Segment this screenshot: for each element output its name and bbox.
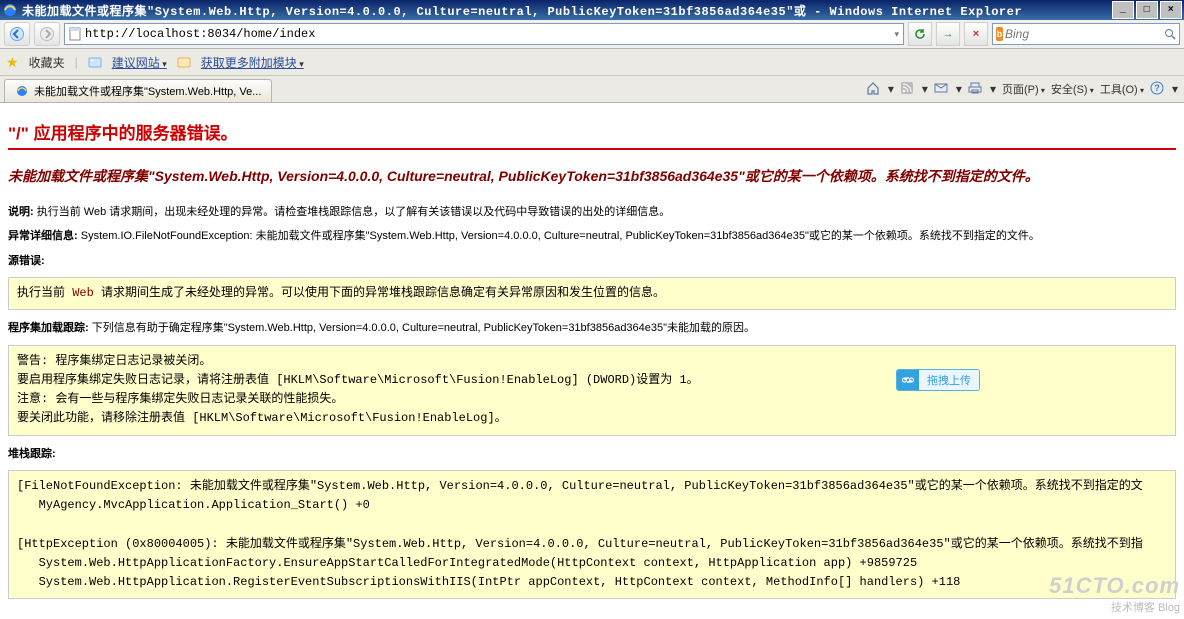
favorites-bar: ★ 收藏夹 | 建议网站 获取更多附加模块 [0,49,1184,76]
stack-trace-label: 堆栈跟踪: [8,448,56,460]
exception-line: 异常详细信息: System.IO.FileNotFoundException:… [8,228,1176,245]
go-button[interactable]: → [936,22,960,46]
address-bar[interactable]: ▾ [64,23,904,45]
src-pre: 执行当前 [17,286,72,300]
browser-tab[interactable]: 未能加载文件或程序集"System.Web.Http, Ve... [4,79,272,102]
description-label: 说明: [8,206,34,218]
assembly-load-line: 程序集加载跟踪: 下列信息有助于确定程序集"System.Web.Http, V… [8,320,1176,337]
error-page: "/" 应用程序中的服务器错误。 未能加载文件或程序集"System.Web.H… [0,103,1184,617]
exception-text: System.IO.FileNotFoundException: 未能加载文件或… [81,230,1040,242]
home-icon[interactable] [866,81,882,97]
back-button[interactable] [4,22,30,46]
source-error-label: 源错误: [8,255,45,267]
forward-button[interactable] [34,22,60,46]
stack-trace-box: [FileNotFoundException: 未能加载文件或程序集"Syste… [8,470,1176,599]
description-text: 执行当前 Web 请求期间，出现未经处理的异常。请检查堆栈跟踪信息，以了解有关该… [37,206,671,218]
tab-title: 未能加载文件或程序集"System.Web.Http, Ve... [34,83,261,99]
url-input[interactable] [83,26,892,42]
ie-logo-icon [2,2,18,18]
drag-upload-label: 拖拽上传 [919,370,979,390]
favorites-star-icon[interactable]: ★ [6,54,19,71]
maximize-button[interactable]: □ [1136,1,1158,19]
source-error-box: 执行当前 Web 请求期间生成了未经处理的异常。可以使用下面的异常堆栈跟踪信息确… [8,277,1176,310]
exception-label: 异常详细信息: [8,230,78,242]
window-title: 未能加载文件或程序集"System.Web.Http, Version=4.0.… [22,2,1110,19]
page-menu[interactable]: 页面(P) [1002,81,1045,97]
close-button[interactable]: × [1160,1,1182,19]
assembly-load-box: 警告: 程序集绑定日志记录被关闭。 要启用程序集绑定失败日志记录，请将注册表值 … [8,345,1176,436]
src-post: 请求期间生成了未经处理的异常。可以使用下面的异常堆栈跟踪信息确定有关异常原因和发… [94,286,665,300]
link-icon [897,370,919,390]
ie-page-icon [15,84,29,98]
mail-icon[interactable] [934,81,950,97]
help-icon[interactable]: ? [1150,81,1166,97]
assembly-load-text: 下列信息有助于确定程序集"System.Web.Http, Version=4.… [92,322,755,334]
window-titlebar: 未能加载文件或程序集"System.Web.Http, Version=4.0.… [0,0,1184,20]
tab-strip: 未能加载文件或程序集"System.Web.Http, Ve... ▾ ▾ ▾ … [0,76,1184,103]
suggested-sites-icon [88,55,102,69]
favorites-label[interactable]: 收藏夹 [29,54,65,71]
error-subheading: 未能加载文件或程序集"System.Web.Http, Version=4.0.… [8,166,1176,188]
refresh-button[interactable] [908,22,932,46]
stop-button[interactable]: × [964,22,988,46]
bing-icon: b [996,27,1003,41]
drag-upload-button[interactable]: 拖拽上传 [896,369,980,391]
src-web: Web [72,286,94,300]
safety-menu[interactable]: 安全(S) [1051,81,1094,97]
get-addons-link[interactable]: 获取更多附加模块 [201,54,304,71]
nav-toolbar: ▾ → × b [0,20,1184,49]
dropdown-icon[interactable]: ▾ [892,29,901,40]
svg-text:?: ? [1154,83,1160,93]
search-input[interactable] [1003,26,1164,42]
search-icon[interactable] [1164,28,1176,40]
minimize-button[interactable]: _ [1112,1,1134,19]
suggested-sites-link[interactable]: 建议网站 [112,54,167,71]
assembly-load-label: 程序集加载跟踪: [8,322,89,334]
print-icon[interactable] [968,81,984,97]
divider [8,148,1176,150]
description-line: 说明: 执行当前 Web 请求期间，出现未经处理的异常。请检查堆栈跟踪信息，以了… [8,204,1176,221]
addons-icon [177,55,191,69]
error-heading: "/" 应用程序中的服务器错误。 [8,119,1176,144]
source-error-label-line: 源错误: [8,253,1176,270]
command-bar: ▾ ▾ ▾ ▾ 页面(P) 安全(S) 工具(O) ?▾ [866,76,1184,102]
feeds-icon[interactable] [900,81,916,97]
tools-menu[interactable]: 工具(O) [1100,81,1144,97]
stack-trace-label-line: 堆栈跟踪: [8,446,1176,463]
page-icon [67,26,83,42]
search-box[interactable]: b [992,23,1180,45]
